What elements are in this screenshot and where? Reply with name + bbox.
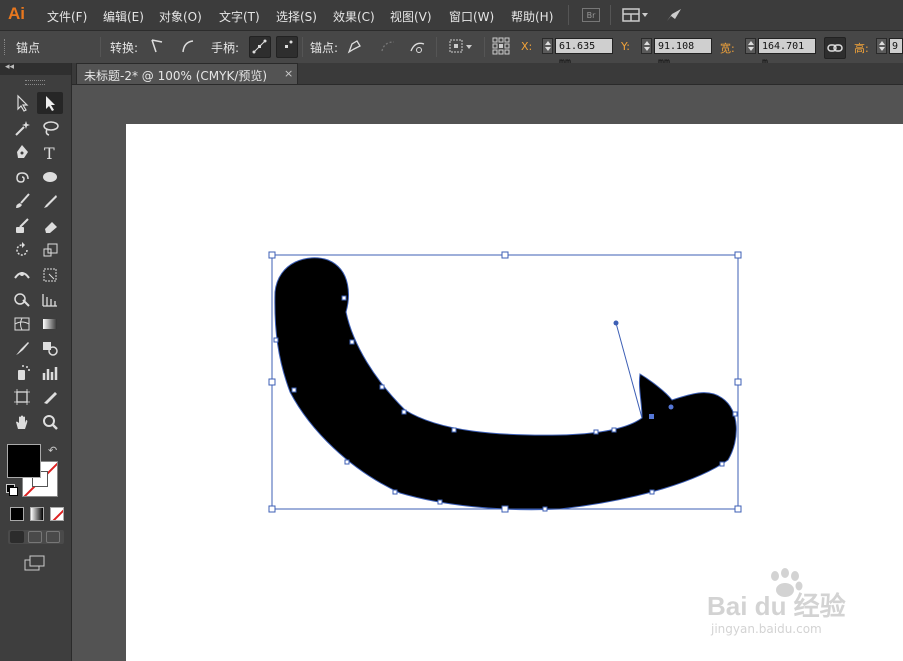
resize-handle[interactable] — [734, 251, 742, 259]
resize-handle[interactable] — [268, 505, 276, 513]
direction-handle-line — [615, 322, 643, 419]
watermark-url: jingyan.baidu.com — [711, 622, 822, 636]
artwork-layer — [268, 251, 742, 513]
watermark-brand: Bai du 经验 — [707, 591, 846, 621]
resize-handle[interactable] — [734, 505, 742, 513]
resize-handle[interactable] — [501, 251, 509, 259]
resize-handle[interactable] — [501, 505, 509, 513]
resize-handle[interactable] — [734, 378, 742, 386]
resize-handle[interactable] — [268, 378, 276, 386]
baidu-jingyan-watermark: Bai du 经验 jingyan.baidu.com — [707, 566, 857, 646]
direction-handle-point[interactable] — [613, 320, 619, 326]
resize-handle[interactable] — [268, 251, 276, 259]
